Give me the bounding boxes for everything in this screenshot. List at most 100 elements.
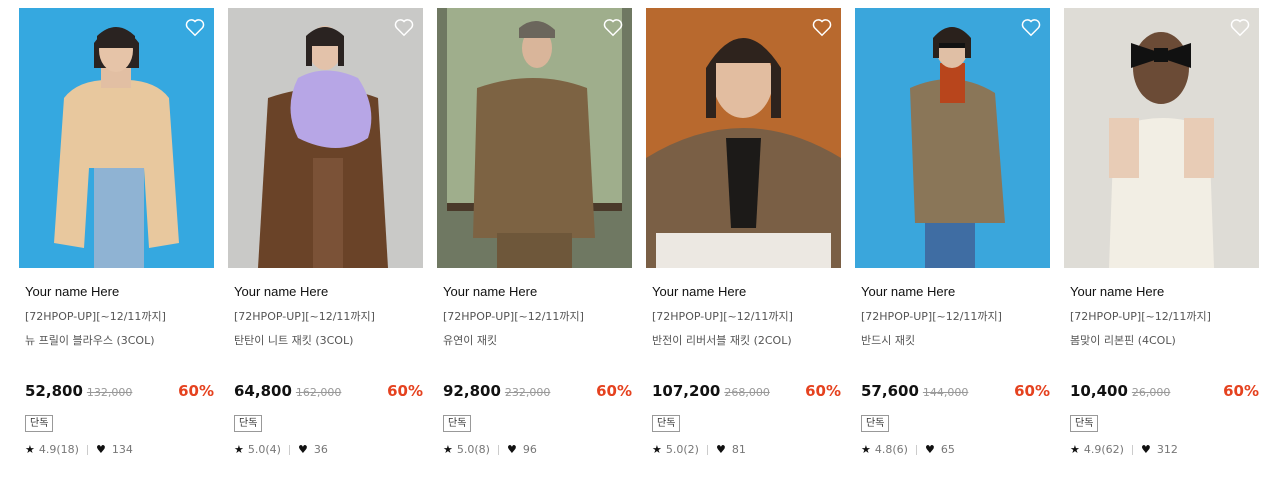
heart-filled-icon: ♥ bbox=[1140, 443, 1151, 456]
product-name[interactable]: 뉴 프릴이 블라우스 (3COL) bbox=[25, 332, 214, 348]
wishlist-heart-icon[interactable] bbox=[602, 16, 624, 38]
heart-filled-icon: ♥ bbox=[506, 443, 517, 456]
rating: 5.0(8) bbox=[456, 443, 490, 456]
rating: 4.9(18) bbox=[38, 443, 79, 456]
product-image[interactable] bbox=[228, 8, 423, 268]
divider bbox=[915, 444, 917, 455]
product-grid: Your name Here [72HPOP-UP][~12/11까지] 뉴 프… bbox=[19, 8, 1259, 456]
price-row: 64,800 162,000 60% bbox=[234, 382, 423, 400]
price-row: 10,400 26,000 60% bbox=[1070, 382, 1259, 400]
star-icon: ★ bbox=[234, 443, 244, 456]
original-price: 26,000 bbox=[1131, 386, 1171, 399]
brand-name[interactable]: Your name Here bbox=[234, 284, 423, 299]
product-card[interactable]: Your name Here [72HPOP-UP][~12/11까지] 봄맞이… bbox=[1064, 8, 1259, 456]
discount-rate: 60% bbox=[178, 382, 214, 400]
star-icon: ★ bbox=[25, 443, 35, 456]
sale-price: 10,400 bbox=[1070, 382, 1128, 400]
product-card[interactable]: Your name Here [72HPOP-UP][~12/11까지] 반드시… bbox=[855, 8, 1050, 456]
brand-name[interactable]: Your name Here bbox=[443, 284, 632, 299]
product-name[interactable]: 봄맞이 리본핀 (4COL) bbox=[1070, 332, 1259, 348]
product-stats: ★ 5.0(2) ♥ 81 bbox=[652, 443, 841, 456]
product-image[interactable] bbox=[1064, 8, 1259, 268]
brand-name[interactable]: Your name Here bbox=[861, 284, 1050, 299]
product-stats: ★ 4.9(18) ♥ 134 bbox=[25, 443, 214, 456]
exclusive-badge: 단독 bbox=[443, 415, 472, 432]
wishlist-heart-icon[interactable] bbox=[1020, 16, 1042, 38]
original-price: 144,000 bbox=[922, 386, 969, 399]
exclusive-badge: 단독 bbox=[652, 415, 681, 432]
exclusive-badge: 단독 bbox=[234, 415, 263, 432]
price-row: 92,800 232,000 60% bbox=[443, 382, 632, 400]
rating: 4.8(6) bbox=[874, 443, 908, 456]
rating: 5.0(4) bbox=[247, 443, 281, 456]
wishlist-heart-icon[interactable] bbox=[1229, 16, 1251, 38]
divider bbox=[706, 444, 708, 455]
product-image[interactable] bbox=[437, 8, 632, 268]
sale-price: 57,600 bbox=[861, 382, 919, 400]
price-row: 57,600 144,000 60% bbox=[861, 382, 1050, 400]
sale-price: 64,800 bbox=[234, 382, 292, 400]
discount-rate: 60% bbox=[387, 382, 423, 400]
product-image[interactable] bbox=[855, 8, 1050, 268]
product-card[interactable]: Your name Here [72HPOP-UP][~12/11까지] 뉴 프… bbox=[19, 8, 214, 456]
sale-price: 107,200 bbox=[652, 382, 721, 400]
star-icon: ★ bbox=[443, 443, 453, 456]
exclusive-badge: 단독 bbox=[1070, 415, 1099, 432]
sale-price: 92,800 bbox=[443, 382, 501, 400]
original-price: 268,000 bbox=[724, 386, 770, 399]
exclusive-badge: 단독 bbox=[25, 415, 54, 432]
original-price: 162,000 bbox=[295, 386, 342, 399]
product-stats: ★ 4.9(62) ♥ 312 bbox=[1070, 443, 1259, 456]
heart-filled-icon: ♥ bbox=[297, 443, 308, 456]
price-row: 52,800 132,000 60% bbox=[25, 382, 214, 400]
product-name[interactable]: 유연이 재킷 bbox=[443, 332, 632, 348]
wishlist-heart-icon[interactable] bbox=[811, 16, 833, 38]
exclusive-badge: 단독 bbox=[861, 415, 890, 432]
divider bbox=[86, 444, 88, 455]
original-price: 132,000 bbox=[86, 386, 133, 399]
promo-label: [72HPOP-UP][~12/11까지] bbox=[1070, 310, 1211, 323]
like-count: 96 bbox=[522, 443, 537, 456]
like-count: 134 bbox=[111, 443, 133, 456]
original-price: 232,000 bbox=[504, 386, 551, 399]
promo-label: [72HPOP-UP][~12/11까지] bbox=[25, 310, 166, 323]
rating: 5.0(2) bbox=[665, 443, 699, 456]
product-image[interactable] bbox=[646, 8, 841, 268]
star-icon: ★ bbox=[652, 443, 662, 456]
like-count: 312 bbox=[1156, 443, 1178, 456]
star-icon: ★ bbox=[1070, 443, 1080, 456]
promo-label: [72HPOP-UP][~12/11까지] bbox=[234, 310, 375, 323]
product-name[interactable]: 탄탄이 니트 재킷 (3COL) bbox=[234, 332, 423, 348]
promo-label: [72HPOP-UP][~12/11까지] bbox=[861, 310, 1002, 323]
divider bbox=[497, 444, 499, 455]
like-count: 36 bbox=[313, 443, 328, 456]
heart-filled-icon: ♥ bbox=[924, 443, 935, 456]
product-stats: ★ 5.0(4) ♥ 36 bbox=[234, 443, 423, 456]
promo-label: [72HPOP-UP][~12/11까지] bbox=[652, 310, 793, 323]
discount-rate: 60% bbox=[1223, 382, 1259, 400]
brand-name[interactable]: Your name Here bbox=[1070, 284, 1259, 299]
rating: 4.9(62) bbox=[1083, 443, 1124, 456]
heart-filled-icon: ♥ bbox=[95, 443, 106, 456]
promo-label: [72HPOP-UP][~12/11까지] bbox=[443, 310, 584, 323]
heart-filled-icon: ♥ bbox=[715, 443, 726, 456]
product-card[interactable]: Your name Here [72HPOP-UP][~12/11까지] 유연이… bbox=[437, 8, 632, 456]
discount-rate: 60% bbox=[805, 382, 841, 400]
like-count: 65 bbox=[940, 443, 955, 456]
brand-name[interactable]: Your name Here bbox=[652, 284, 841, 299]
product-name[interactable]: 반전이 리버서블 재킷 (2COL) bbox=[652, 332, 841, 348]
discount-rate: 60% bbox=[1014, 382, 1050, 400]
like-count: 81 bbox=[731, 443, 746, 456]
price-row: 107,200 268,000 60% bbox=[652, 382, 841, 400]
wishlist-heart-icon[interactable] bbox=[184, 16, 206, 38]
product-card[interactable]: Your name Here [72HPOP-UP][~12/11까지] 반전이… bbox=[646, 8, 841, 456]
star-icon: ★ bbox=[861, 443, 871, 456]
product-card[interactable]: Your name Here [72HPOP-UP][~12/11까지] 탄탄이… bbox=[228, 8, 423, 456]
product-stats: ★ 4.8(6) ♥ 65 bbox=[861, 443, 1050, 456]
product-stats: ★ 5.0(8) ♥ 96 bbox=[443, 443, 632, 456]
product-image[interactable] bbox=[19, 8, 214, 268]
wishlist-heart-icon[interactable] bbox=[393, 16, 415, 38]
divider bbox=[1131, 444, 1133, 455]
product-name[interactable]: 반드시 재킷 bbox=[861, 332, 1050, 348]
brand-name[interactable]: Your name Here bbox=[25, 284, 214, 299]
